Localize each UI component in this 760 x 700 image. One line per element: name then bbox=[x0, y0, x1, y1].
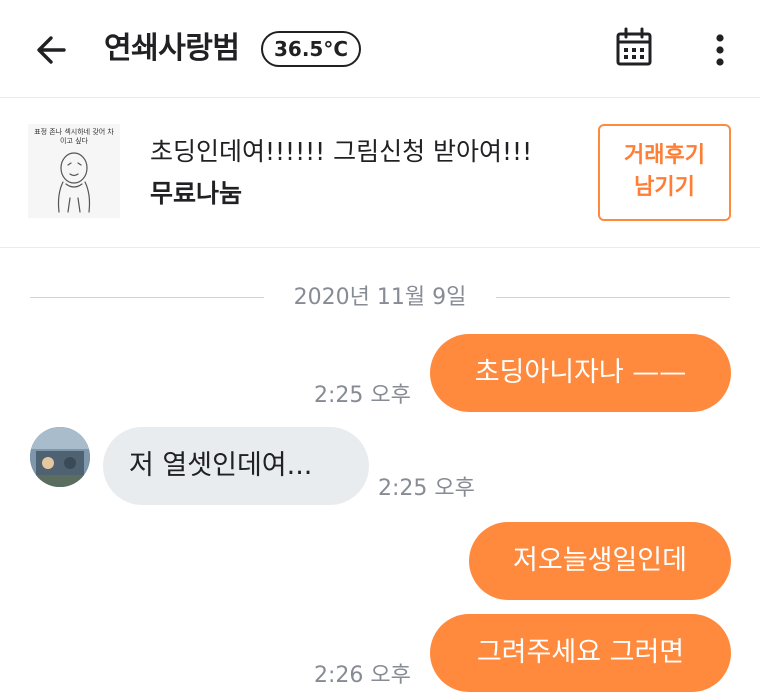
message-time: 2:25 오후 bbox=[378, 476, 475, 501]
chat-screen: 연쇄사랑범 36.5°C 표정 존나 섹시하네 갖어 차이고 싶다 초딩인데여!… bbox=[0, 0, 760, 700]
write-review-button[interactable]: 거래후기 남기기 bbox=[598, 124, 731, 221]
avatar-image bbox=[30, 427, 90, 487]
more-options-button[interactable] bbox=[703, 28, 737, 72]
product-info-bar[interactable]: 표정 존나 섹시하네 갖어 차이고 싶다 초딩인데여!!!!!! 그림신청 받아… bbox=[0, 98, 760, 248]
product-price: 무료나눔 bbox=[150, 179, 243, 208]
message-time: 2:26 오후 bbox=[314, 663, 411, 688]
back-button[interactable] bbox=[30, 28, 74, 72]
message-bubble-sent[interactable]: 초딩아니자나 —— bbox=[430, 334, 731, 412]
message-bubble-received[interactable]: 저 열셋인데여... bbox=[103, 427, 369, 505]
manner-temperature-badge: 36.5°C bbox=[261, 31, 362, 67]
product-thumbnail[interactable]: 표정 존나 섹시하네 갖어 차이고 싶다 bbox=[28, 124, 120, 218]
product-title: 초딩인데여!!!!!! 그림신청 받아여!!! bbox=[150, 137, 533, 166]
date-label: 2020년 11월 9일 bbox=[293, 285, 467, 310]
more-vertical-icon bbox=[716, 34, 724, 66]
arrow-left-icon bbox=[37, 36, 66, 64]
calendar-button[interactable] bbox=[611, 25, 657, 71]
chat-partner-name[interactable]: 연쇄사랑범 bbox=[104, 28, 240, 70]
calendar-icon bbox=[616, 27, 652, 66]
review-button-label-line2: 남기기 bbox=[634, 175, 695, 200]
message-time: 2:25 오후 bbox=[314, 383, 411, 408]
message-bubble-sent[interactable]: 저오늘생일인데 bbox=[469, 522, 731, 600]
chat-header: 연쇄사랑범 36.5°C bbox=[0, 0, 760, 98]
date-separator: 2020년 11월 9일 bbox=[30, 278, 730, 318]
review-button-label-line1: 거래후기 bbox=[624, 143, 705, 168]
sketch-figure-image bbox=[57, 152, 91, 213]
date-divider-right bbox=[496, 297, 730, 298]
message-bubble-sent[interactable]: 그려주세요 그러면 bbox=[430, 614, 731, 692]
partner-avatar[interactable] bbox=[30, 427, 90, 487]
